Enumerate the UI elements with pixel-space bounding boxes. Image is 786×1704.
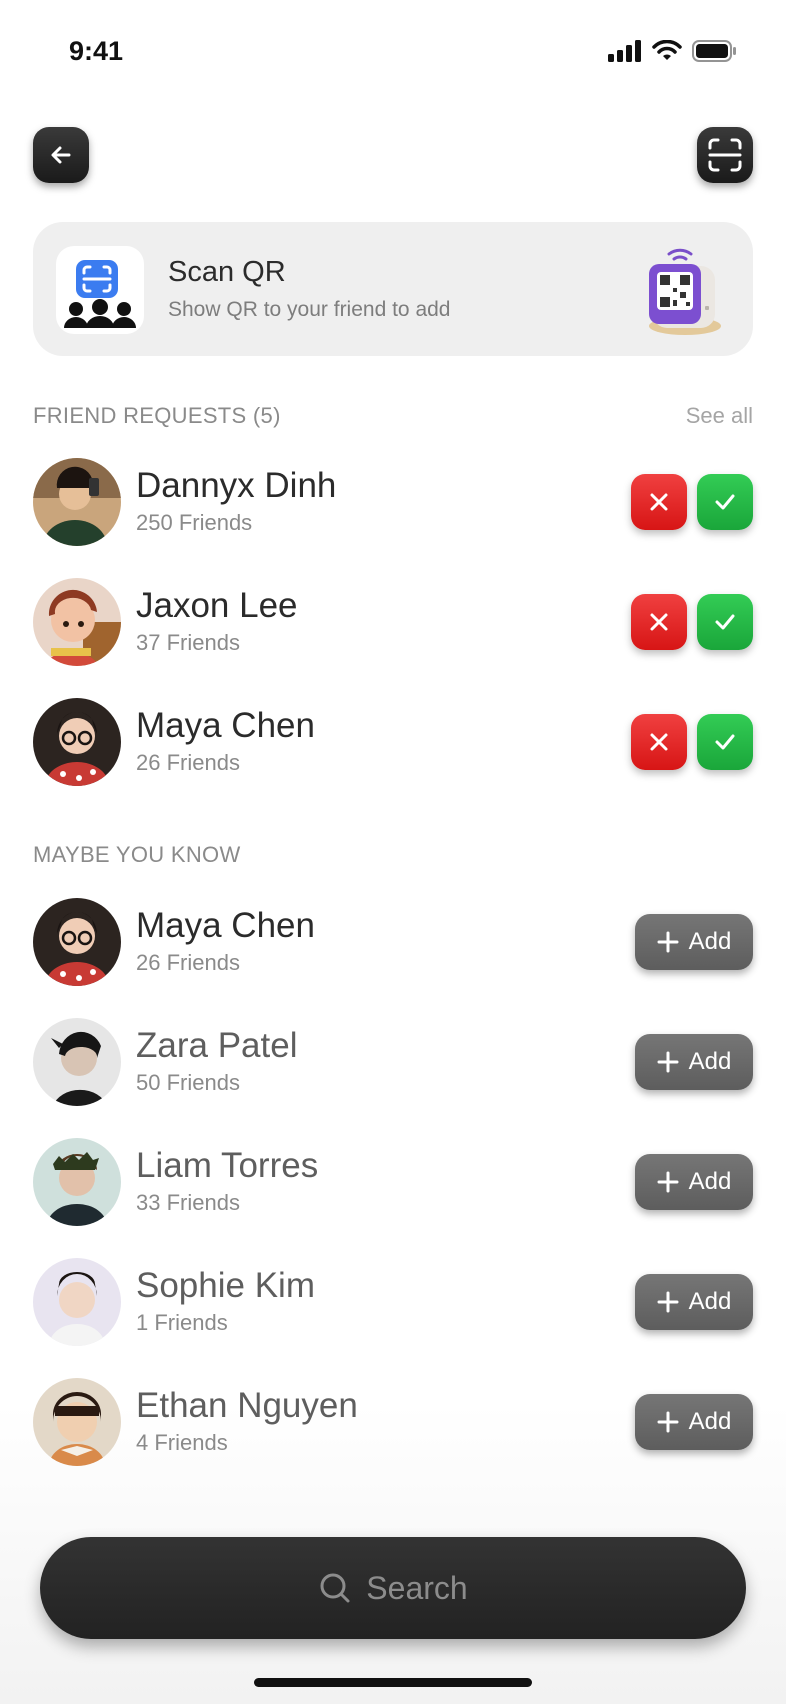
accept-button[interactable] bbox=[697, 714, 753, 770]
avatar[interactable] bbox=[33, 1138, 121, 1226]
avatar[interactable] bbox=[33, 698, 121, 786]
friend-count: 250 Friends bbox=[136, 510, 253, 535]
avatar[interactable] bbox=[33, 1378, 121, 1466]
suggestion-name: Maya Chen bbox=[136, 906, 315, 945]
add-label: Add bbox=[688, 1168, 732, 1195]
see-all-link[interactable]: See all bbox=[686, 403, 753, 429]
friend-request-row: Dannyx Dinh 250 Friends bbox=[33, 458, 753, 546]
suggestion-row: Ethan Nguyen 4 Friends Add bbox=[33, 1378, 753, 1466]
close-icon bbox=[650, 613, 668, 631]
friend-request-row: Jaxon Lee 37 Friends bbox=[33, 578, 753, 666]
avatar[interactable] bbox=[33, 578, 121, 666]
home-indicator bbox=[254, 1678, 532, 1687]
suggestion-row: Sophie Kim 1 Friends Add bbox=[33, 1258, 753, 1346]
add-label: Add bbox=[688, 1048, 732, 1075]
status-time: 9:41 bbox=[69, 36, 124, 66]
plus-icon bbox=[657, 1411, 679, 1433]
add-label: Add bbox=[688, 1408, 732, 1435]
friend-name: Maya Chen bbox=[136, 706, 315, 745]
check-icon bbox=[715, 614, 735, 630]
friend-count: 26 Friends bbox=[136, 750, 240, 775]
wifi-icon bbox=[652, 40, 682, 60]
close-icon bbox=[650, 493, 668, 511]
back-button[interactable] bbox=[33, 127, 89, 183]
scan-people-icon bbox=[64, 260, 136, 328]
status-icons bbox=[608, 40, 736, 62]
scan-qr-logo bbox=[56, 246, 144, 334]
suggestion-row: Maya Chen 26 Friends Add bbox=[33, 898, 753, 986]
friend-count: 37 Friends bbox=[136, 630, 240, 655]
friend-count: 26 Friends bbox=[136, 950, 240, 975]
friend-requests-label: FRIEND REQUESTS (5) bbox=[33, 403, 281, 428]
search-bar[interactable]: Search bbox=[40, 1537, 746, 1639]
friend-request-row: Maya Chen 26 Friends bbox=[33, 698, 753, 786]
friend-count: 4 Friends bbox=[136, 1430, 228, 1455]
friend-count: 50 Friends bbox=[136, 1070, 240, 1095]
reject-button[interactable] bbox=[631, 474, 687, 530]
plus-icon bbox=[657, 931, 679, 953]
avatar[interactable] bbox=[33, 458, 121, 546]
battery-icon bbox=[692, 40, 736, 62]
friends-screen: 9:41 Scan QR Show QR to your friend to a… bbox=[0, 0, 786, 1704]
arrow-left-icon bbox=[51, 146, 71, 164]
friend-count: 33 Friends bbox=[136, 1190, 240, 1215]
avatar[interactable] bbox=[33, 898, 121, 986]
suggestion-row: Liam Torres 33 Friends Add bbox=[33, 1138, 753, 1226]
add-friend-button[interactable]: Add bbox=[635, 1034, 753, 1090]
close-icon bbox=[650, 733, 668, 751]
friend-count: 1 Friends bbox=[136, 1310, 228, 1335]
qr-device-icon bbox=[649, 248, 721, 335]
avatar[interactable] bbox=[33, 1258, 121, 1346]
scan-qr-title: Scan QR bbox=[168, 256, 286, 288]
check-icon bbox=[715, 734, 735, 750]
suggestion-name: Ethan Nguyen bbox=[136, 1386, 358, 1425]
maybe-you-know-label: MAYBE YOU KNOW bbox=[33, 842, 241, 867]
check-icon bbox=[715, 494, 735, 510]
signal-icon bbox=[608, 40, 641, 62]
add-friend-button[interactable]: Add bbox=[635, 1154, 753, 1210]
add-label: Add bbox=[688, 1288, 732, 1315]
avatar[interactable] bbox=[33, 1018, 121, 1106]
add-friend-button[interactable]: Add bbox=[635, 914, 753, 970]
plus-icon bbox=[657, 1291, 679, 1313]
scan-button[interactable] bbox=[697, 127, 753, 183]
suggestion-row: Zara Patel 50 Friends Add bbox=[33, 1018, 753, 1106]
suggestion-name: Liam Torres bbox=[136, 1146, 319, 1185]
scan-qr-subtitle: Show QR to your friend to add bbox=[168, 298, 451, 321]
scan-qr-card[interactable]: Scan QR Show QR to your friend to add bbox=[33, 222, 753, 356]
reject-button[interactable] bbox=[631, 594, 687, 650]
friend-name: Jaxon Lee bbox=[136, 586, 298, 625]
suggestion-name: Sophie Kim bbox=[136, 1266, 315, 1305]
accept-button[interactable] bbox=[697, 594, 753, 650]
friend-name: Dannyx Dinh bbox=[136, 466, 337, 505]
plus-icon bbox=[657, 1051, 679, 1073]
add-friend-button[interactable]: Add bbox=[635, 1394, 753, 1450]
add-label: Add bbox=[688, 928, 732, 955]
search-placeholder: Search bbox=[366, 1569, 468, 1606]
add-friend-button[interactable]: Add bbox=[635, 1274, 753, 1330]
scan-icon bbox=[708, 138, 742, 172]
suggestion-name: Zara Patel bbox=[136, 1026, 298, 1065]
reject-button[interactable] bbox=[631, 714, 687, 770]
search-icon bbox=[320, 1573, 350, 1603]
accept-button[interactable] bbox=[697, 474, 753, 530]
plus-icon bbox=[657, 1171, 679, 1193]
